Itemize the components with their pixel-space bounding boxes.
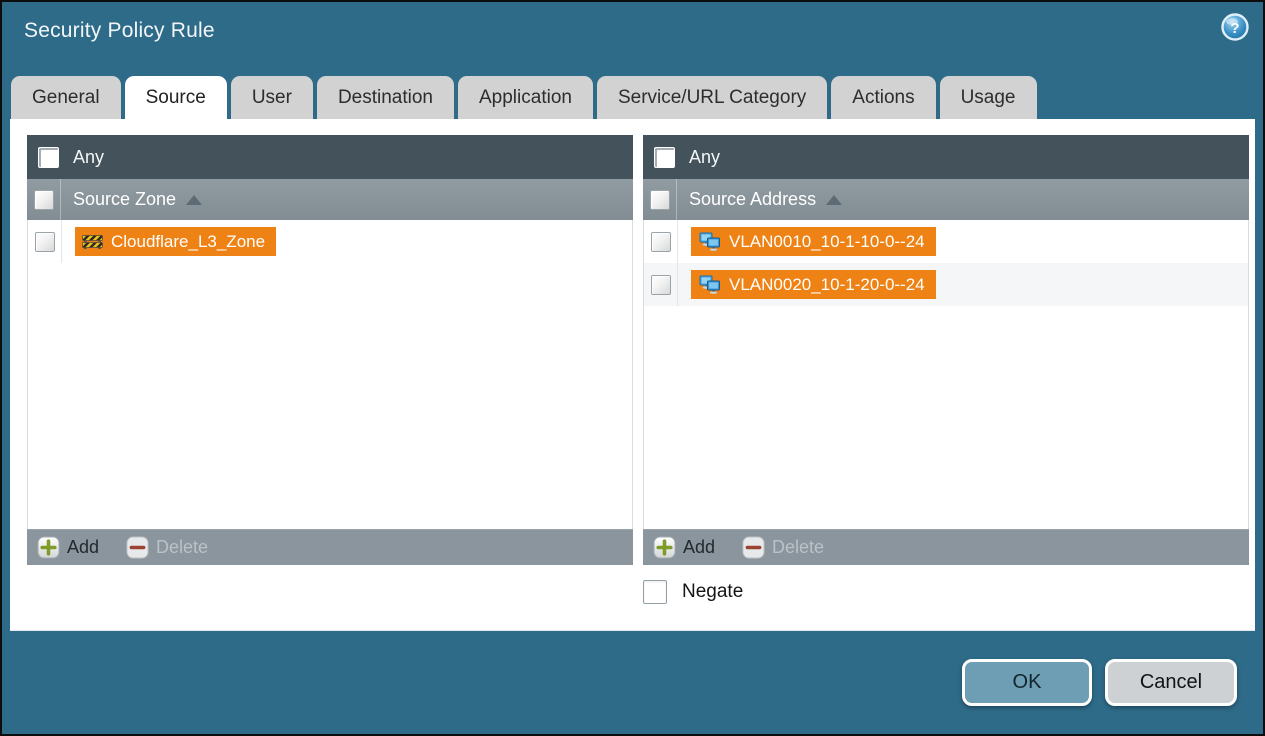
source-address-list: VLAN0010_10-1-10-0--24 VLAN0020_10-1-20-… xyxy=(643,220,1249,529)
delete-label: Delete xyxy=(156,537,209,557)
source-zone-any-checkbox[interactable] xyxy=(38,146,59,168)
svg-text:?: ? xyxy=(1230,20,1239,37)
source-address-select-all-checkbox[interactable] xyxy=(649,189,670,210)
negate-row: Negate xyxy=(643,580,1255,604)
source-zone-sort-header[interactable]: Source Zone xyxy=(73,189,203,210)
source-address-any-label: Any xyxy=(689,146,721,167)
source-zone-list: Cloudflare_L3_Zone xyxy=(27,220,633,529)
delete-icon xyxy=(742,536,765,559)
zone-object-label: Cloudflare_L3_Zone xyxy=(111,231,266,251)
source-zone-column-label: Source Zone xyxy=(73,189,177,209)
tab-application[interactable]: Application xyxy=(458,76,593,119)
address-object-label: VLAN0010_10-1-10-0--24 xyxy=(729,231,925,251)
delete-icon xyxy=(126,536,149,559)
address-object-label: VLAN0020_10-1-20-0--24 xyxy=(729,274,925,294)
tab-actions[interactable]: Actions xyxy=(831,76,936,119)
source-address-any-checkbox[interactable] xyxy=(654,146,675,168)
tab-source[interactable]: Source xyxy=(124,76,227,119)
tab-user[interactable]: User xyxy=(230,76,313,119)
delete-button[interactable]: Delete xyxy=(126,536,208,559)
ok-button[interactable]: OK xyxy=(962,659,1092,706)
add-icon xyxy=(37,536,60,559)
dialog-title: Security Policy Rule xyxy=(24,19,215,42)
security-policy-rule-dialog: Security Policy Rule ? General Source Us… xyxy=(0,0,1265,736)
source-address-column-header: Source Address xyxy=(643,179,1249,220)
row-checkbox[interactable] xyxy=(650,274,671,295)
address-icon xyxy=(698,275,721,294)
tab-general[interactable]: General xyxy=(11,76,121,119)
row-checkbox[interactable] xyxy=(650,231,671,252)
add-button[interactable]: Add xyxy=(37,536,99,559)
table-row[interactable]: VLAN0010_10-1-10-0--24 xyxy=(644,220,1248,263)
address-object-chip[interactable]: VLAN0010_10-1-10-0--24 xyxy=(691,227,936,256)
tab-service-url-category[interactable]: Service/URL Category xyxy=(596,76,828,119)
zone-icon xyxy=(82,233,103,250)
source-zone-footer: Add Delete xyxy=(27,529,633,565)
negate-checkbox[interactable] xyxy=(643,580,667,604)
source-address-any-row: Any xyxy=(643,135,1249,179)
source-address-panel: Any Source Address VLAN0010_10-1-10-0--2… xyxy=(643,135,1249,565)
tab-usage[interactable]: Usage xyxy=(939,76,1037,119)
row-checkbox[interactable] xyxy=(34,231,55,252)
dialog-titlebar: Security Policy Rule ? xyxy=(2,2,1263,66)
source-zone-any-row: Any xyxy=(27,135,633,179)
address-icon xyxy=(698,232,721,251)
help-icon[interactable]: ? xyxy=(1221,13,1249,41)
add-label: Add xyxy=(683,537,716,557)
sort-ascending-icon xyxy=(186,195,203,205)
negate-label: Negate xyxy=(682,581,744,602)
dialog-tabs: General Source User Destination Applicat… xyxy=(2,66,1263,119)
source-zone-panel: Any Source Zone Cloudflare_L3_Zone Add D… xyxy=(27,135,633,565)
zone-object-chip[interactable]: Cloudflare_L3_Zone xyxy=(75,227,277,256)
add-icon xyxy=(653,536,676,559)
source-zone-column-header: Source Zone xyxy=(27,179,633,220)
source-address-column-label: Source Address xyxy=(689,189,817,209)
source-tab-content: Any Source Zone Cloudflare_L3_Zone Add D… xyxy=(10,119,1255,631)
table-row[interactable]: Cloudflare_L3_Zone xyxy=(28,220,632,263)
add-label: Add xyxy=(67,537,100,557)
tab-destination[interactable]: Destination xyxy=(316,76,454,119)
dialog-action-bar: OK Cancel xyxy=(2,631,1263,734)
source-address-sort-header[interactable]: Source Address xyxy=(689,189,843,210)
source-zone-select-all-checkbox[interactable] xyxy=(33,189,54,210)
sort-ascending-icon xyxy=(826,195,843,205)
delete-button[interactable]: Delete xyxy=(742,536,824,559)
delete-label: Delete xyxy=(772,537,825,557)
table-row[interactable]: VLAN0020_10-1-20-0--24 xyxy=(644,263,1248,306)
address-object-chip[interactable]: VLAN0020_10-1-20-0--24 xyxy=(691,270,936,299)
source-zone-any-label: Any xyxy=(73,146,105,167)
cancel-button[interactable]: Cancel xyxy=(1105,659,1237,706)
source-address-footer: Add Delete xyxy=(643,529,1249,565)
add-button[interactable]: Add xyxy=(653,536,715,559)
